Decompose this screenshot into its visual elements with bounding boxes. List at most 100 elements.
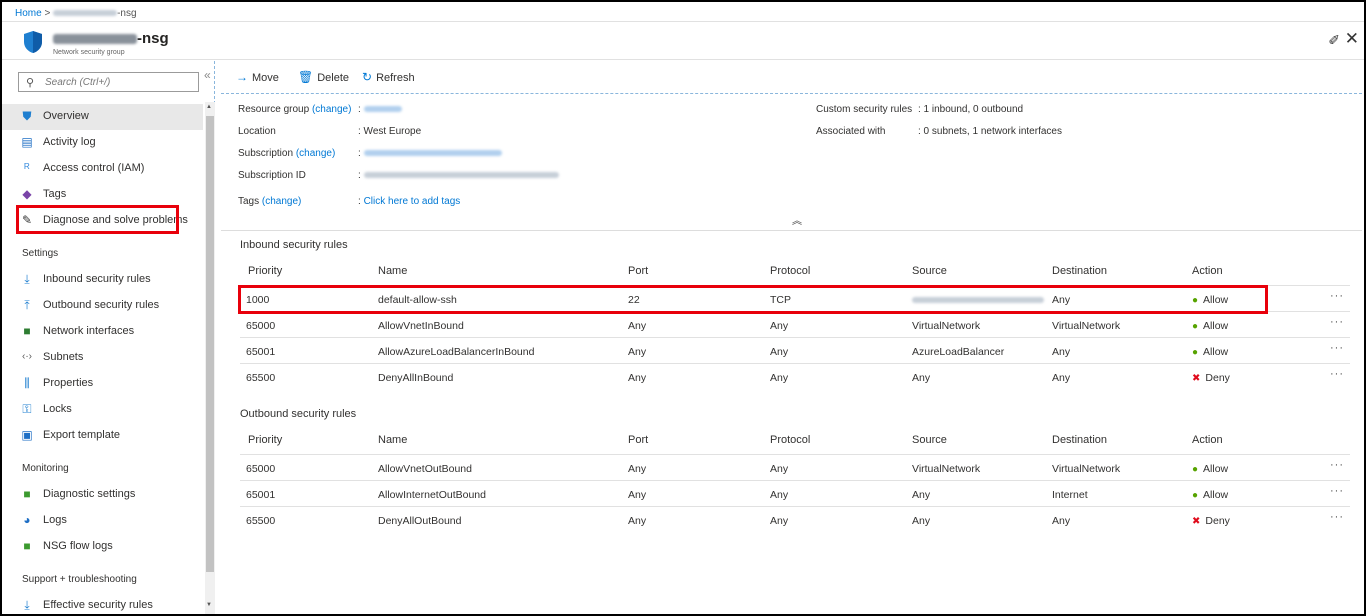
diagnostic-icon: ■ bbox=[23, 487, 31, 501]
lock-icon: ⚿ bbox=[22, 402, 32, 416]
colon: : bbox=[358, 170, 361, 181]
col-source[interactable]: Source bbox=[912, 265, 947, 277]
portal-window: Home > -nsg -nsg Network security group … bbox=[2, 2, 1364, 614]
sidebar-item-access-control[interactable]: ᴿ Access control (IAM) bbox=[2, 156, 203, 182]
col-protocol[interactable]: Protocol bbox=[770, 265, 810, 277]
action-label: Allow bbox=[1203, 489, 1229, 501]
search-input[interactable]: Search (Ctrl+/) bbox=[18, 72, 199, 92]
activity-log-icon: ▤ bbox=[21, 135, 33, 149]
sidebar-item-export-template[interactable]: ▣ Export template bbox=[2, 423, 203, 449]
cell-destination: Any bbox=[1052, 346, 1071, 358]
tags-change-link[interactable]: (change) bbox=[262, 196, 301, 207]
cell-port: Any bbox=[628, 515, 647, 527]
cell-name: AllowAzureLoadBalancerInBound bbox=[378, 346, 535, 358]
table-row[interactable]: 65500 DenyAllInBound Any Any Any Any ✖ De… bbox=[240, 363, 1350, 389]
sidebar-item-effective-rules[interactable]: ⤓ Effective security rules bbox=[2, 593, 203, 614]
cell-destination: VirtualNetwork bbox=[1052, 320, 1121, 332]
scroll-up-icon[interactable]: ▲ bbox=[206, 104, 212, 110]
subscription-change-link[interactable]: (change) bbox=[296, 148, 335, 159]
action-label: Allow bbox=[1203, 463, 1229, 475]
table-row[interactable]: 65000 AllowVnetOutBound Any Any VirtualN… bbox=[240, 454, 1350, 480]
cell-destination: Any bbox=[1052, 372, 1071, 384]
sidebar-item-label: Properties bbox=[43, 377, 94, 389]
cell-source: VirtualNetwork bbox=[912, 463, 981, 475]
cell-source: Any bbox=[912, 515, 931, 527]
scroll-down-icon[interactable]: ▼ bbox=[206, 602, 212, 608]
sidebar-item-properties[interactable]: ⫼ Properties bbox=[2, 371, 203, 397]
people-icon: ᴿ bbox=[24, 161, 30, 175]
cell-name: AllowInternetOutBound bbox=[378, 489, 486, 501]
tags-value: : Click here to add tags bbox=[358, 196, 460, 207]
refresh-button[interactable]: ↻ Refresh bbox=[362, 70, 415, 84]
more-options-icon[interactable]: ··· bbox=[1330, 485, 1344, 497]
col-action[interactable]: Action bbox=[1192, 265, 1223, 277]
properties-icon: ⫼ bbox=[24, 376, 30, 390]
col-protocol[interactable]: Protocol bbox=[770, 434, 810, 446]
col-port[interactable]: Port bbox=[628, 434, 648, 446]
breadcrumb-home-link[interactable]: Home bbox=[15, 8, 42, 19]
cell-source: Any bbox=[912, 372, 931, 384]
cell-protocol: Any bbox=[770, 372, 789, 384]
sidebar-item-nsg-flow-logs[interactable]: ■ NSG flow logs bbox=[2, 534, 203, 560]
cell-port: Any bbox=[628, 372, 647, 384]
cell-protocol: Any bbox=[770, 489, 789, 501]
sidebar-item-logs[interactable]: ◕ Logs bbox=[2, 508, 203, 534]
inbound-table-header: Priority Name Port Protocol Source Desti… bbox=[240, 259, 1350, 284]
sidebar-item-diagnostic-settings[interactable]: ■ Diagnostic settings bbox=[2, 482, 203, 508]
table-row[interactable]: 65500 DenyAllOutBound Any Any Any Any ✖ D… bbox=[240, 506, 1350, 532]
col-priority[interactable]: Priority bbox=[248, 265, 282, 277]
table-row[interactable]: 65000 AllowVnetInBound Any Any VirtualNe… bbox=[240, 311, 1350, 337]
sidebar-item-locks[interactable]: ⚿ Locks bbox=[2, 397, 203, 423]
more-options-icon[interactable]: ··· bbox=[1330, 342, 1344, 354]
col-destination[interactable]: Destination bbox=[1052, 265, 1107, 277]
sidebar-item-activity-log[interactable]: ▤ Activity log bbox=[2, 130, 203, 156]
col-destination[interactable]: Destination bbox=[1052, 434, 1107, 446]
export-icon: ▣ bbox=[21, 428, 33, 442]
cell-action: ● Allow bbox=[1192, 463, 1228, 475]
sidebar-item-label: Logs bbox=[43, 514, 67, 526]
cell-name: DenyAllOutBound bbox=[378, 515, 462, 527]
cell-priority: 65500 bbox=[246, 372, 276, 384]
chevron-up-icon[interactable]: ︽ bbox=[792, 212, 802, 227]
breadcrumb-current: -nsg bbox=[117, 8, 137, 19]
delete-label: Delete bbox=[317, 72, 350, 84]
delete-button[interactable]: 🗑 Delete bbox=[298, 70, 349, 84]
move-label: Move bbox=[252, 72, 279, 84]
sidebar-item-label: Locks bbox=[43, 403, 72, 415]
sidebar-item-subnets[interactable]: ‹·› Subnets bbox=[2, 345, 203, 371]
col-priority[interactable]: Priority bbox=[248, 434, 282, 446]
table-row[interactable]: 65001 AllowAzureLoadBalancerInBound Any … bbox=[240, 337, 1350, 363]
move-button[interactable]: → Move bbox=[236, 70, 279, 84]
col-source[interactable]: Source bbox=[912, 434, 947, 446]
more-options-icon[interactable]: ··· bbox=[1330, 368, 1344, 380]
resource-group-link-redacted[interactable] bbox=[363, 106, 402, 113]
pin-icon[interactable]: ✐ bbox=[1328, 32, 1340, 49]
cell-action: ● Allow bbox=[1192, 320, 1228, 332]
more-options-icon[interactable]: ··· bbox=[1330, 511, 1344, 523]
sidebar-item-overview[interactable]: ⛊ Overview bbox=[2, 104, 203, 130]
sidebar-item-outbound-rules[interactable]: ⤒ Outbound security rules bbox=[2, 293, 203, 319]
add-tags-link[interactable]: Click here to add tags bbox=[364, 196, 461, 207]
more-options-icon[interactable]: ··· bbox=[1330, 316, 1344, 328]
col-action[interactable]: Action bbox=[1192, 434, 1223, 446]
cell-protocol: Any bbox=[770, 463, 789, 475]
collapse-menu-icon[interactable]: « bbox=[204, 68, 211, 82]
associated-label: Associated with bbox=[816, 126, 886, 137]
col-name[interactable]: Name bbox=[378, 265, 407, 277]
table-row[interactable]: 65001 AllowInternetOutBound Any Any Any … bbox=[240, 480, 1350, 506]
more-options-icon[interactable]: ··· bbox=[1330, 290, 1344, 302]
sidebar-item-inbound-rules[interactable]: ⤓ Inbound security rules bbox=[2, 267, 203, 293]
custom-rules-label: Custom security rules bbox=[816, 104, 913, 115]
sidebar-item-network-interfaces[interactable]: ■ Network interfaces bbox=[2, 319, 203, 345]
scrollbar-thumb[interactable] bbox=[206, 116, 214, 572]
cell-priority: 65001 bbox=[246, 346, 276, 358]
col-name[interactable]: Name bbox=[378, 434, 407, 446]
resource-group-change-link[interactable]: (change) bbox=[312, 104, 351, 115]
col-port[interactable]: Port bbox=[628, 265, 648, 277]
close-icon[interactable]: ✕ bbox=[1345, 29, 1359, 49]
location-value: : West Europe bbox=[358, 126, 422, 137]
sidebar-scrollbar[interactable]: ▲ ▼ bbox=[205, 102, 215, 614]
resource-group-value: : bbox=[358, 104, 402, 115]
more-options-icon[interactable]: ··· bbox=[1330, 459, 1344, 471]
subscription-link-redacted[interactable] bbox=[363, 150, 502, 157]
